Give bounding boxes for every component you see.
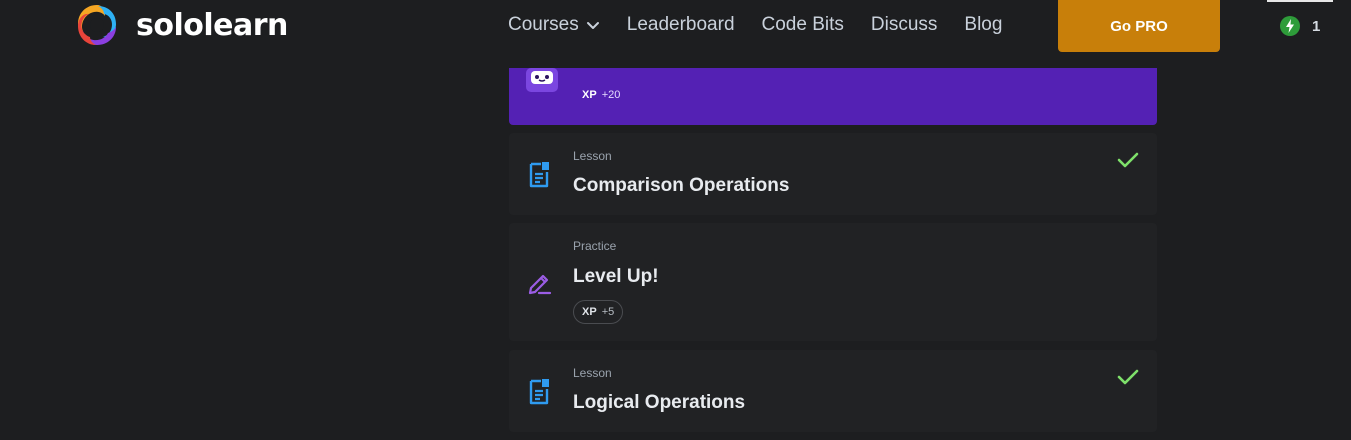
brand-name: sololearn	[136, 7, 288, 43]
robot-icon	[526, 68, 558, 92]
top-navigation-bar: sololearn Courses Leaderboard Code Bits …	[0, 0, 1351, 52]
nav-item-label: Discuss	[870, 14, 938, 35]
nav-item-code-bits[interactable]: Code Bits	[762, 14, 844, 36]
pencil-practice-icon	[528, 274, 552, 295]
streak-count: 1	[1312, 17, 1321, 35]
lesson-card-featured[interactable]: XP +20	[509, 68, 1157, 125]
check-icon	[1117, 369, 1139, 385]
nav-item-discuss[interactable]: Discuss	[871, 14, 938, 36]
xp-badge: XP +5	[573, 300, 624, 324]
xp-label: XP	[582, 306, 597, 318]
nav-item-label: Courses	[508, 14, 579, 35]
main-nav: Courses Leaderboard Code Bits Discuss Bl…	[508, 14, 1029, 36]
page: sololearn Courses Leaderboard Code Bits …	[0, 0, 1351, 440]
dropdown-edge	[1267, 0, 1333, 2]
item-kind: Lesson	[573, 366, 612, 380]
sololearn-logo[interactable]: sololearn	[72, 0, 288, 50]
nav-item-label: Code Bits	[761, 14, 844, 35]
xp-badge: XP +20	[573, 83, 629, 107]
lesson-document-icon	[529, 379, 549, 405]
nav-item-courses[interactable]: Courses	[508, 14, 600, 36]
sololearn-logo-icon	[78, 5, 116, 45]
item-kind: Lesson	[573, 149, 612, 163]
go-pro-button[interactable]: Go PRO	[1058, 0, 1220, 52]
lesson-document-icon	[529, 162, 549, 188]
lightning-bolt-icon	[1280, 16, 1300, 36]
item-title: Level Up!	[573, 266, 659, 287]
lesson-card-logical-operations[interactable]: Lesson Logical Operations	[509, 350, 1157, 432]
nav-item-label: Leaderboard	[626, 14, 735, 35]
nav-item-label: Blog	[964, 14, 1003, 35]
streak-counter[interactable]: 1	[1280, 16, 1320, 36]
chevron-down-icon	[586, 22, 599, 29]
check-icon	[1117, 152, 1139, 168]
item-title: Logical Operations	[573, 392, 746, 413]
xp-label: XP	[582, 89, 597, 101]
nav-item-leaderboard[interactable]: Leaderboard	[627, 14, 735, 36]
lesson-card-comparison-operations[interactable]: Lesson Comparison Operations	[509, 133, 1157, 215]
nav-item-blog[interactable]: Blog	[964, 14, 1002, 36]
xp-value: +5	[601, 306, 615, 318]
item-title: Comparison Operations	[573, 175, 790, 196]
item-kind: Practice	[573, 239, 617, 253]
xp-value: +20	[601, 89, 621, 101]
practice-card-level-up[interactable]: Practice Level Up! XP +5	[509, 223, 1157, 341]
